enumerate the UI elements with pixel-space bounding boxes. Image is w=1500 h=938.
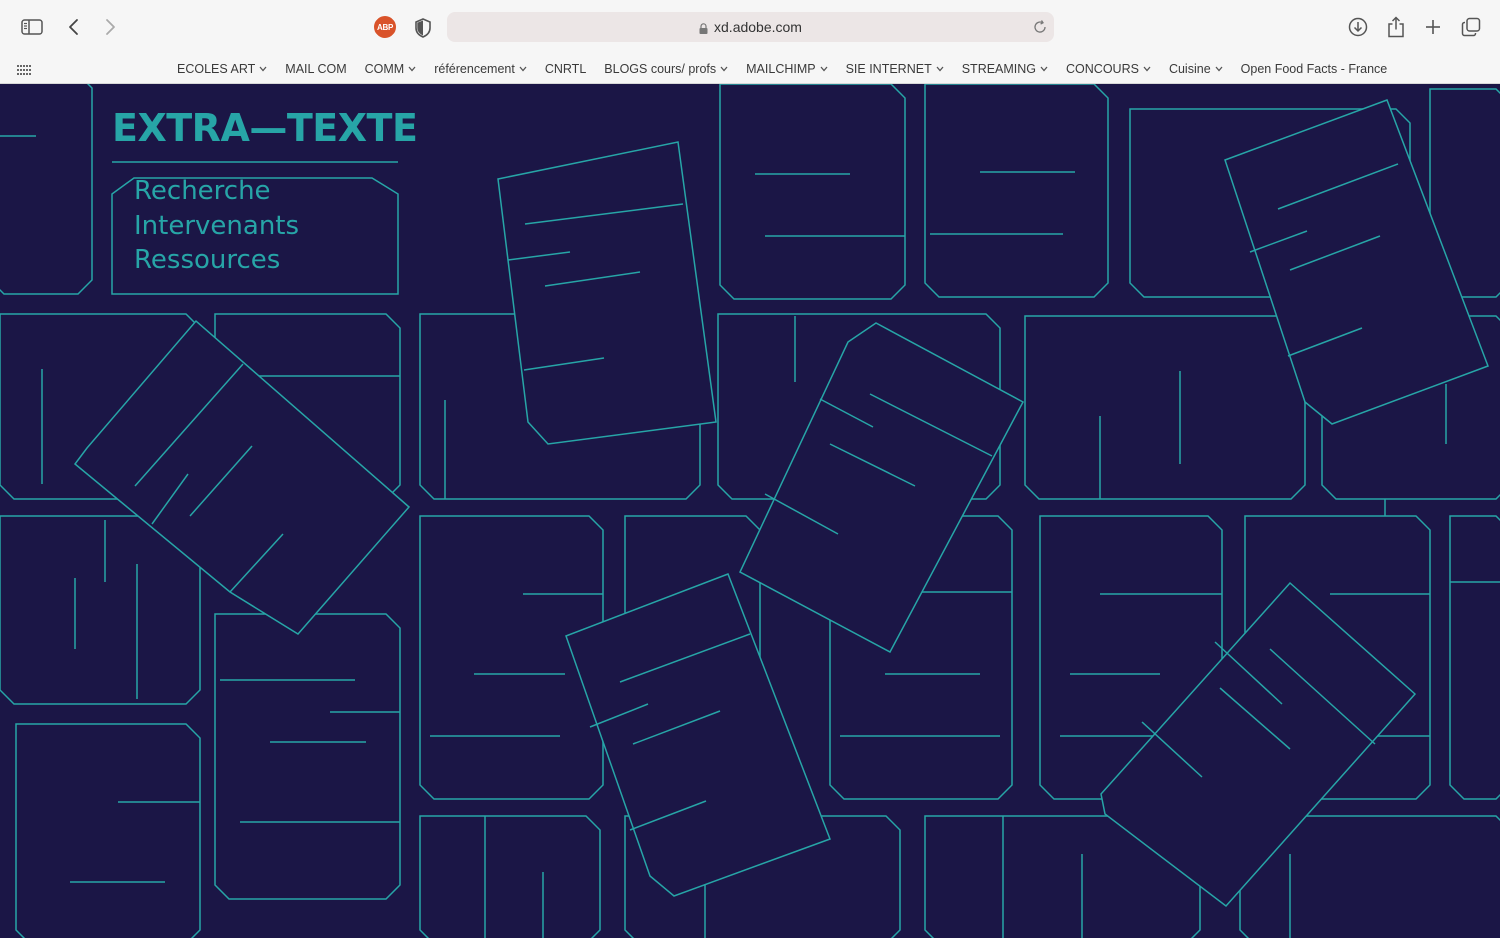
tab-overview-button[interactable] bbox=[1457, 13, 1485, 41]
url-text: xd.adobe.com bbox=[714, 19, 802, 35]
downloads-button[interactable] bbox=[1344, 13, 1372, 41]
nav-link-ressources[interactable]: Ressources bbox=[134, 243, 299, 278]
bookmark-item[interactable]: STREAMING bbox=[953, 54, 1057, 84]
bookmark-label: MAILCHIMP bbox=[746, 62, 816, 76]
back-button[interactable] bbox=[60, 13, 88, 41]
address-bar[interactable]: xd.adobe.com bbox=[447, 12, 1054, 42]
bookmark-label: BLOGS cours/ profs bbox=[604, 62, 717, 76]
bookmark-item[interactable]: COMM bbox=[356, 54, 426, 84]
bookmark-item[interactable]: MAIL COM bbox=[276, 54, 355, 84]
bookmark-item[interactable]: BLOGS cours/ profs bbox=[595, 54, 737, 84]
plus-icon bbox=[1426, 20, 1440, 34]
share-button[interactable] bbox=[1382, 13, 1410, 41]
abp-badge-label: ABP bbox=[377, 22, 393, 32]
bookmark-item[interactable]: SIE INTERNET bbox=[837, 54, 953, 84]
bookmark-item[interactable]: ECOLES ART bbox=[168, 54, 276, 84]
page-canvas: EXTRA—TEXTE Recherche Intervenants Resso… bbox=[0, 84, 1500, 938]
bookmarks-bar: ECOLES ART MAIL COM COMM référencement CNRTL… bbox=[0, 54, 1500, 84]
reload-icon[interactable] bbox=[1032, 19, 1048, 35]
forward-button[interactable] bbox=[96, 13, 124, 41]
bookmark-label: STREAMING bbox=[961, 62, 1037, 76]
bookmark-label: ECOLES ART bbox=[177, 62, 256, 76]
apps-grid-icon[interactable] bbox=[17, 65, 31, 75]
sidebar-toggle-button[interactable] bbox=[18, 13, 46, 41]
chevron-down-icon bbox=[259, 66, 267, 72]
bookmark-item[interactable]: Cuisine bbox=[1160, 54, 1232, 84]
chevron-down-icon bbox=[820, 66, 828, 72]
bookmark-label: CNRTL bbox=[544, 62, 587, 76]
chevron-down-icon bbox=[936, 66, 944, 72]
nav-link-recherche[interactable]: Recherche bbox=[134, 174, 299, 209]
shield-icon[interactable] bbox=[414, 18, 432, 38]
forward-chevron-icon bbox=[106, 19, 115, 35]
chevron-down-icon bbox=[720, 66, 728, 72]
site-logo[interactable]: EXTRA—TEXTE bbox=[112, 106, 418, 150]
bookmark-item[interactable]: Open Food Facts - France bbox=[1232, 54, 1397, 84]
download-icon bbox=[1348, 17, 1368, 37]
bookmark-list: ECOLES ART MAIL COM COMM référencement CNRTL… bbox=[168, 54, 1396, 84]
bookmark-label: CONCOURS bbox=[1066, 62, 1139, 76]
back-chevron-icon bbox=[69, 19, 78, 35]
chevron-down-icon bbox=[1040, 66, 1048, 72]
new-tab-button[interactable] bbox=[1419, 13, 1447, 41]
chevron-down-icon bbox=[1143, 66, 1151, 72]
adblock-extension-button[interactable]: ABP bbox=[374, 16, 396, 38]
bookmark-item[interactable]: MAILCHIMP bbox=[737, 54, 836, 84]
chevron-down-icon bbox=[519, 66, 527, 72]
bookmark-label: SIE INTERNET bbox=[845, 62, 932, 76]
bookmark-item[interactable]: référencement bbox=[425, 54, 536, 84]
chevron-down-icon bbox=[1215, 66, 1223, 72]
bookmark-label: MAIL COM bbox=[285, 62, 347, 76]
share-icon bbox=[1388, 16, 1404, 38]
bookmark-label: COMM bbox=[364, 62, 405, 76]
bookmark-item[interactable]: CONCOURS bbox=[1057, 54, 1160, 84]
site-nav: Recherche Intervenants Ressources bbox=[134, 174, 299, 278]
browser-toolbar: ABP xd.adobe.com bbox=[0, 0, 1500, 54]
bookmark-label: Cuisine bbox=[1168, 62, 1211, 76]
chevron-down-icon bbox=[408, 66, 416, 72]
sidebar-icon bbox=[21, 19, 43, 35]
tab-overview-icon bbox=[1461, 17, 1481, 37]
bookmark-label: Open Food Facts - France bbox=[1240, 62, 1388, 76]
nav-link-intervenants[interactable]: Intervenants bbox=[134, 209, 299, 244]
bookmark-item[interactable]: CNRTL bbox=[536, 54, 595, 84]
lock-icon bbox=[699, 22, 708, 34]
bookmark-label: référencement bbox=[434, 62, 515, 76]
